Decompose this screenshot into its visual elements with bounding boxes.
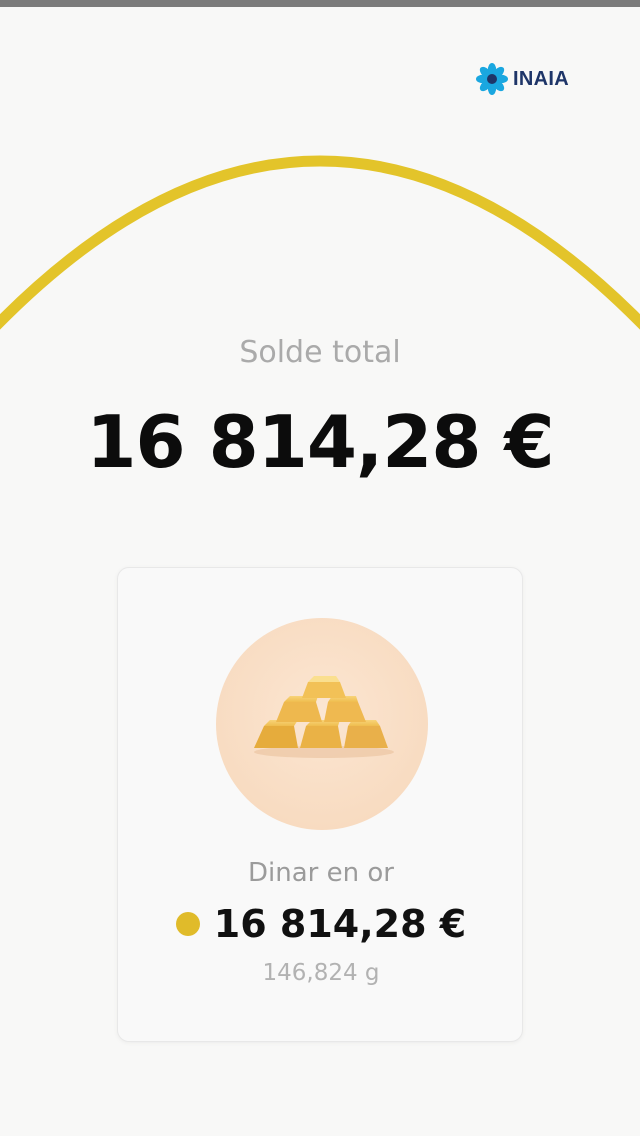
asset-image bbox=[216, 618, 428, 830]
asset-value: 16 814,28 € bbox=[213, 902, 467, 946]
gold-bars-icon bbox=[254, 676, 394, 758]
gold-indicator-dot bbox=[175, 912, 200, 936]
asset-weight: 146,824 g bbox=[262, 960, 380, 986]
asset-card-gold-dinar[interactable]: Dinar en or 16 814,28 € 146,824 g bbox=[117, 567, 523, 1042]
asset-value-row: 16 814,28 € bbox=[118, 902, 524, 946]
total-balance-label: Solde total bbox=[239, 335, 401, 370]
asset-name: Dinar en or bbox=[248, 858, 394, 888]
total-balance-value: 16 814,28 € bbox=[86, 400, 554, 484]
